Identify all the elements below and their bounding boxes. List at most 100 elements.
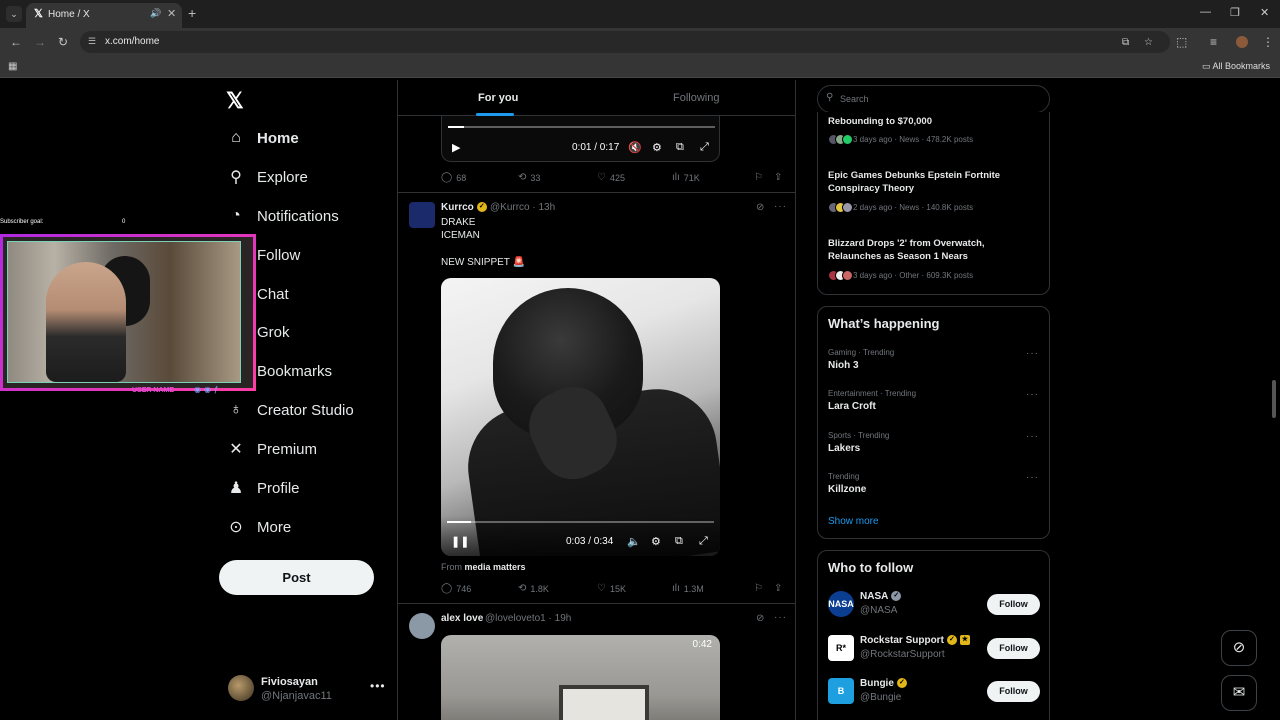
follow-account-name[interactable]: NASA ✓ <box>860 591 902 602</box>
show-more-link[interactable]: Show more <box>828 516 879 527</box>
post-author-meta[interactable]: @Kurrco · 13h <box>490 202 555 213</box>
video-progress[interactable] <box>447 521 714 523</box>
tab-for-you[interactable]: For you <box>478 92 518 104</box>
bookmark-star-icon[interactable]: ☆ <box>1144 37 1153 48</box>
bookmark-button[interactable]: ⚐ <box>754 172 763 183</box>
fullscreen-icon[interactable]: ⤢ <box>699 535 708 548</box>
tab-following[interactable]: Following <box>673 92 719 104</box>
pip-icon[interactable]: ⧉ <box>676 141 684 154</box>
post-author-name[interactable]: alex love <box>441 613 483 624</box>
trend-more-icon[interactable]: ··· <box>1026 348 1039 359</box>
grok-float-icon[interactable]: ⊘ <box>1221 630 1257 666</box>
post-text-line: DRAKE <box>441 217 476 228</box>
news-item-title[interactable]: Epic Games Debunks Epstein Fortnite Cons… <box>828 169 1038 195</box>
repost-button[interactable]: ⟲ 33 <box>518 172 540 183</box>
x-logo-icon[interactable]: 𝕏 <box>226 88 244 114</box>
like-button[interactable]: ♡ 425 <box>597 172 625 183</box>
nav-item-notifications[interactable]: ◔ Notifications <box>226 202 339 230</box>
nav-item-more[interactable]: ⊙ More <box>226 513 291 541</box>
settings-gear-icon[interactable]: ⚙ <box>652 141 662 154</box>
fullscreen-icon[interactable]: ⤢ <box>700 141 709 154</box>
post-more-icon[interactable]: ··· <box>774 612 787 623</box>
browser-tab-strip: ⌄ 𝕏 Home / X 🔊 ✕ + — ❐ ✕ <box>0 0 1280 28</box>
grok-post-icon[interactable]: ⊘ <box>756 202 764 213</box>
minimize-icon[interactable]: — <box>1200 6 1211 18</box>
news-item-title[interactable]: Blizzard Drops '2' from Overwatch, Relau… <box>828 237 1038 263</box>
views-button[interactable]: ılı 1.3M <box>672 583 704 594</box>
post-video[interactable]: ❚❚ 0:03 / 0:34 🔈 ⚙ ⧉ ⤢ <box>441 278 720 556</box>
tab-close-icon[interactable]: ✕ <box>167 7 176 20</box>
top-video-progress[interactable] <box>448 126 715 128</box>
mute-icon[interactable]: 🔇 <box>628 141 642 154</box>
nav-item-profile[interactable]: ♟ Profile <box>226 474 300 502</box>
bungie-avatar[interactable]: B <box>828 678 854 704</box>
account-more-icon[interactable]: ••• <box>370 679 386 693</box>
nav-item-home[interactable]: ⌂ Home <box>226 124 299 152</box>
menu-dots-icon[interactable]: ⋮ <box>1262 35 1274 49</box>
trend-name[interactable]: Lara Croft <box>828 401 876 412</box>
all-bookmarks-button[interactable]: ▭ All Bookmarks <box>1202 61 1270 72</box>
pause-icon[interactable]: ❚❚ <box>451 535 469 548</box>
like-button[interactable]: ♡ 15K <box>597 583 626 594</box>
follow-account-name[interactable]: Bungie ✓ <box>860 678 907 689</box>
nasa-avatar[interactable]: NASA <box>828 591 854 617</box>
install-app-icon[interactable]: ⧉ <box>1122 37 1129 48</box>
browser-tab[interactable]: 𝕏 Home / X 🔊 ✕ <box>26 3 182 28</box>
account-switcher[interactable]: Fiviosayan @Njanjavac11 ••• <box>226 673 386 705</box>
nav-item-explore[interactable]: ⚲ Explore <box>226 163 308 191</box>
page-scrollbar[interactable] <box>1272 380 1276 418</box>
media-source-link[interactable]: media matters <box>465 562 526 572</box>
share-button[interactable]: ⇪ <box>774 172 782 183</box>
new-tab-button[interactable]: + <box>188 5 196 21</box>
trend-name[interactable]: Lakers <box>828 443 860 454</box>
omnibox[interactable]: ☰ x.com/home ⧉ ☆ <box>80 31 1170 53</box>
tab-audio-icon[interactable]: 🔊 <box>150 8 161 19</box>
kurrco-avatar[interactable] <box>409 202 435 228</box>
settings-gear-icon[interactable]: ⚙ <box>651 535 661 548</box>
reply-button[interactable]: ◯ 68 <box>441 172 466 183</box>
rockstar-avatar[interactable]: R* <box>828 635 854 661</box>
post-author-name[interactable]: Kurrco ✓ <box>441 202 487 213</box>
profile-avatar-icon[interactable] <box>1236 36 1248 48</box>
bookmark-button[interactable]: ⚐ <box>754 583 763 594</box>
window-close-icon[interactable]: ✕ <box>1260 6 1269 19</box>
follow-button[interactable]: Follow <box>987 638 1040 659</box>
trend-more-icon[interactable]: ··· <box>1026 389 1039 400</box>
trend-more-icon[interactable]: ··· <box>1026 431 1039 442</box>
news-item-title[interactable]: Rebounding to $70,000 <box>828 115 1038 128</box>
reload-icon[interactable]: ↻ <box>58 35 68 49</box>
views-button[interactable]: ılı 71K <box>672 172 700 183</box>
reply-button[interactable]: ◯ 746 <box>441 583 471 594</box>
post-more-icon[interactable]: ··· <box>774 201 787 212</box>
media-controls-icon[interactable]: ≡ <box>1210 35 1217 49</box>
trend-more-icon[interactable]: ··· <box>1026 472 1039 483</box>
follow-button[interactable]: Follow <box>987 681 1040 702</box>
nav-item-premium[interactable]: ✕ Premium <box>226 435 317 463</box>
default-avatar[interactable] <box>409 613 435 639</box>
search-input[interactable]: ⚲ Search <box>817 85 1050 113</box>
back-icon[interactable]: ← <box>10 35 22 49</box>
top-video-player[interactable]: ▶ 0:01 / 0:17 🔇 ⚙ ⧉ ⤢ <box>441 116 720 162</box>
url-text[interactable]: x.com/home <box>105 36 159 47</box>
trend-name[interactable]: Killzone <box>828 484 866 495</box>
site-info-icon[interactable]: ☰ <box>88 36 96 47</box>
restore-icon[interactable]: ❐ <box>1230 6 1240 19</box>
trend-name[interactable]: Nioh 3 <box>828 360 859 371</box>
volume-icon[interactable]: 🔈 <box>627 535 641 548</box>
post-button[interactable]: Post <box>219 560 374 595</box>
messages-float-icon[interactable]: ✉ <box>1221 675 1257 711</box>
follow-account-name[interactable]: Rockstar Support ✓ ★ <box>860 635 970 646</box>
nav-item-creator-studio[interactable]: ♁ Creator Studio <box>226 396 354 424</box>
grok-post-icon[interactable]: ⊘ <box>756 613 764 624</box>
forward-icon[interactable]: → <box>34 35 46 49</box>
post-video[interactable]: 0:42 <box>441 635 720 720</box>
follow-button[interactable]: Follow <box>987 594 1040 615</box>
apps-grid-icon[interactable]: ▦ <box>8 61 17 72</box>
post-author-meta[interactable]: @loveloveto1 · 19h <box>485 613 571 624</box>
share-button[interactable]: ⇪ <box>774 583 782 594</box>
pip-icon[interactable]: ⧉ <box>675 535 683 548</box>
tab-search-button[interactable]: ⌄ <box>6 6 22 22</box>
play-icon[interactable]: ▶ <box>452 141 460 154</box>
repost-button[interactable]: ⟲ 1.8K <box>518 583 549 594</box>
extensions-icon[interactable]: ⬚ <box>1176 35 1187 49</box>
